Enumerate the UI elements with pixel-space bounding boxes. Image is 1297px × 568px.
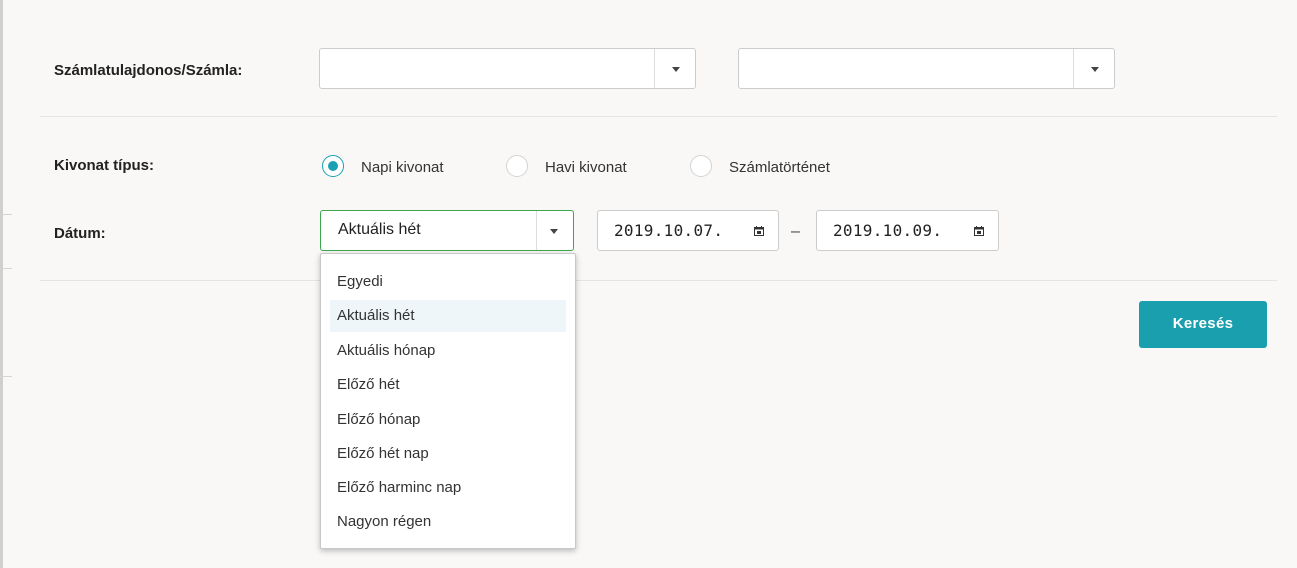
radio-monthly-statement-label[interactable]: Havi kivonat [545, 159, 627, 176]
date-to-input[interactable]: 2019.10.09. [816, 210, 999, 251]
calendar-icon[interactable] [974, 226, 984, 236]
radio-account-history[interactable] [690, 155, 712, 177]
search-button[interactable]: Keresés [1139, 301, 1267, 348]
left-border [0, 0, 3, 568]
dropdown-option-long-ago[interactable]: Nagyon régen [330, 506, 566, 538]
statement-type-label: Kivonat típus: [54, 157, 154, 174]
date-range-separator: – [791, 223, 800, 240]
date-to-value: 2019.10.09. [833, 221, 943, 240]
dropdown-option-previous-month[interactable]: Előző hónap [330, 404, 566, 436]
period-select[interactable]: Aktuális hét [320, 210, 574, 251]
section-divider [40, 116, 1277, 117]
account-label: Számlatulajdonos/Számla: [54, 62, 243, 79]
chevron-down-icon [550, 229, 558, 234]
dropdown-option-previous-week[interactable]: Előző hét [330, 369, 566, 401]
radio-monthly-statement[interactable] [506, 155, 528, 177]
chevron-down-icon [1091, 67, 1099, 72]
dropdown-option-previous-thirty-days[interactable]: Előző harminc nap [330, 472, 566, 504]
account-number-select[interactable] [738, 48, 1115, 89]
dropdown-option-egyedi[interactable]: Egyedi [330, 266, 566, 298]
dropdown-option-current-week[interactable]: Aktuális hét [330, 300, 566, 332]
select-separator [654, 49, 655, 88]
select-separator [1073, 49, 1074, 88]
radio-account-history-label[interactable]: Számlatörténet [729, 159, 830, 176]
left-border-tick [0, 214, 12, 215]
chevron-down-icon [672, 67, 680, 72]
date-from-value: 2019.10.07. [614, 221, 724, 240]
left-border-tick [0, 376, 12, 377]
section-divider [40, 280, 1277, 281]
period-dropdown: Egyedi Aktuális hét Aktuális hónap Előző… [320, 253, 576, 549]
dropdown-option-previous-seven-days[interactable]: Előző hét nap [330, 438, 566, 470]
account-owner-select[interactable] [319, 48, 696, 89]
radio-daily-statement[interactable] [322, 155, 344, 177]
radio-daily-statement-label[interactable]: Napi kivonat [361, 159, 444, 176]
date-label: Dátum: [54, 225, 106, 242]
period-select-value: Aktuális hét [338, 221, 421, 238]
dropdown-option-current-month[interactable]: Aktuális hónap [330, 335, 566, 367]
left-border-tick [0, 268, 12, 269]
date-from-input[interactable]: 2019.10.07. [597, 210, 779, 251]
calendar-icon[interactable] [754, 226, 764, 236]
select-separator [536, 211, 537, 250]
